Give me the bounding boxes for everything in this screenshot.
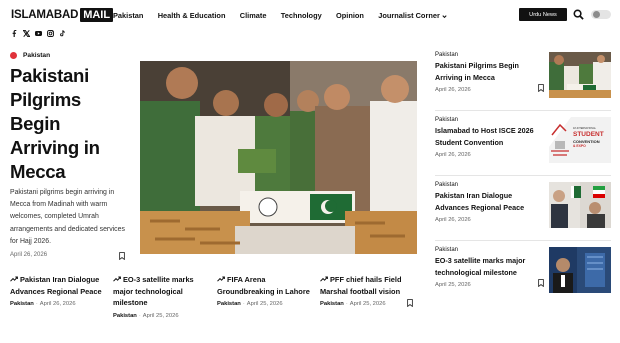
dialogue-thumbnail <box>549 182 611 228</box>
article-title: EO-3 satellite marks major technological… <box>113 274 210 309</box>
article-title: FIFA Arena Groundbreaking in Lahore <box>217 274 314 297</box>
side-article-title[interactable]: EO-3 satellite marks major technological… <box>435 255 543 278</box>
site-header: ISLAMABAD MAIL Pakistan Health & Educati… <box>0 0 620 48</box>
side-article-thumbnail[interactable] <box>549 247 611 293</box>
hero-excerpt: Pakistani pilgrims begin arriving in Mec… <box>10 189 125 245</box>
toggle-knob <box>593 11 600 18</box>
instagram-icon[interactable] <box>47 30 54 37</box>
article-title: PFF chief hails Field Marshal football v… <box>320 274 417 297</box>
article-category[interactable]: Pakistan <box>113 313 137 319</box>
side-article-title[interactable]: Pakistani Pilgrims Begin Arriving in Mec… <box>435 60 543 83</box>
side-article-title[interactable]: Islamabad to Host ISCE 2026 Student Conv… <box>435 125 543 148</box>
side-article-1[interactable]: Pakistan Pakistani Pilgrims Begin Arrivi… <box>435 52 611 98</box>
meta-separator: · <box>345 301 348 307</box>
meta-separator: · <box>242 301 245 307</box>
youtube-icon[interactable] <box>35 30 42 37</box>
side-article-4[interactable]: Pakistan EO-3 satellite marks major tech… <box>435 247 611 293</box>
article-title-text: FIFA Arena Groundbreaking in Lahore <box>217 275 310 296</box>
article-title: Pakistan Iran Dialogue Advances Regional… <box>10 274 107 297</box>
nav-journalist-corner-label: Journalist Corner <box>378 11 440 20</box>
nav-opinion[interactable]: Opinion <box>336 11 364 21</box>
main-nav: Pakistan Health & Education Climate Tech… <box>113 11 462 21</box>
bookmark-icon[interactable] <box>538 84 544 92</box>
side-article-3[interactable]: Pakistan Pakistan Iran Dialogue Advances… <box>435 182 611 228</box>
logo-text: ISLAMABAD <box>11 9 79 21</box>
side-article-2[interactable]: Pakistan Islamabad to Host ISCE 2026 Stu… <box>435 117 611 163</box>
bottom-article-2[interactable]: EO-3 satellite marks major technological… <box>113 274 210 319</box>
article-category[interactable]: Pakistan <box>217 301 241 307</box>
trending-icon <box>113 276 121 282</box>
article-category[interactable]: Pakistan <box>320 301 344 307</box>
nav-technology[interactable]: Technology <box>281 11 322 21</box>
bookmark-icon[interactable] <box>407 299 413 307</box>
side-article-thumbnail[interactable] <box>549 52 611 98</box>
hero-category-label: Pakistan <box>23 52 51 59</box>
bottom-article-3[interactable]: FIFA Arena Groundbreaking in Lahore Paki… <box>217 274 314 307</box>
hero-photo[interactable] <box>140 61 417 254</box>
category-dot <box>10 52 17 59</box>
article-date: April 25, 2026 <box>246 301 283 307</box>
article-title-text: EO-3 satellite marks major technological… <box>113 275 194 307</box>
thumb-line-4: & EXPO <box>573 144 586 148</box>
bottom-article-1[interactable]: Pakistan Iran Dialogue Advances Regional… <box>10 274 107 307</box>
side-article-title[interactable]: Pakistan Iran Dialogue Advances Regional… <box>435 190 543 213</box>
article-title-text: PFF chief hails Field Marshal football v… <box>320 275 402 296</box>
site-logo[interactable]: ISLAMABAD MAIL <box>11 8 114 22</box>
article-meta: Pakistan · April 25, 2026 <box>113 313 210 319</box>
nav-journalist-corner[interactable]: Journalist Corner <box>378 11 448 21</box>
side-article-thumbnail[interactable]: 4th INTERNATIONAL STUDENT CONVENTION & E… <box>549 117 611 163</box>
nav-climate[interactable]: Climate <box>240 11 267 21</box>
thumb-line-1: 4th INTERNATIONAL <box>573 127 596 130</box>
article-meta: Pakistan · April 25, 2026 <box>320 301 417 307</box>
side-divider <box>435 175 611 176</box>
thumb-line-2: STUDENT <box>573 131 604 138</box>
urdu-news-button[interactable]: Urdu News <box>519 8 567 21</box>
article-meta: Pakistan · April 25, 2026 <box>217 301 314 307</box>
article-date: April 26, 2026 <box>39 301 76 307</box>
dark-mode-toggle[interactable] <box>591 10 611 19</box>
search-icon[interactable] <box>573 9 584 20</box>
article-date: April 25, 2026 <box>142 312 179 319</box>
article-date: April 25, 2026 <box>349 301 386 307</box>
trending-icon <box>217 276 225 282</box>
chevron-down-icon <box>442 14 447 18</box>
pilgrims-thumbnail <box>549 52 611 98</box>
tiktok-icon[interactable] <box>59 30 66 37</box>
side-divider <box>435 240 611 241</box>
nav-health-education[interactable]: Health & Education <box>158 11 226 21</box>
trending-icon <box>320 276 328 282</box>
meta-separator: · <box>35 301 38 307</box>
bottom-article-4[interactable]: PFF chief hails Field Marshal football v… <box>320 274 417 307</box>
trending-icon <box>10 276 18 282</box>
hero-category[interactable]: Pakistan <box>10 52 50 59</box>
social-links <box>11 30 66 37</box>
article-meta: Pakistan · April 26, 2026 <box>10 301 107 307</box>
facebook-icon[interactable] <box>11 30 18 37</box>
x-icon[interactable] <box>23 30 30 37</box>
bookmark-icon[interactable] <box>538 279 544 287</box>
logo-box-text: MAIL <box>80 8 114 22</box>
hero-date: April 26, 2026 <box>10 252 48 258</box>
hero-title[interactable]: Pakistani Pilgrims Begin Arriving in Mec… <box>10 64 130 184</box>
article-category[interactable]: Pakistan <box>10 301 34 307</box>
side-divider <box>435 110 611 111</box>
article-title-text: Pakistan Iran Dialogue Advances Regional… <box>10 275 102 296</box>
nav-pakistan[interactable]: Pakistan <box>113 11 143 21</box>
meta-separator: · <box>138 312 141 319</box>
side-article-thumbnail[interactable] <box>549 182 611 228</box>
satellite-thumbnail <box>549 247 611 293</box>
cake-cutting-photo <box>140 61 417 254</box>
bookmark-icon[interactable] <box>119 252 125 260</box>
